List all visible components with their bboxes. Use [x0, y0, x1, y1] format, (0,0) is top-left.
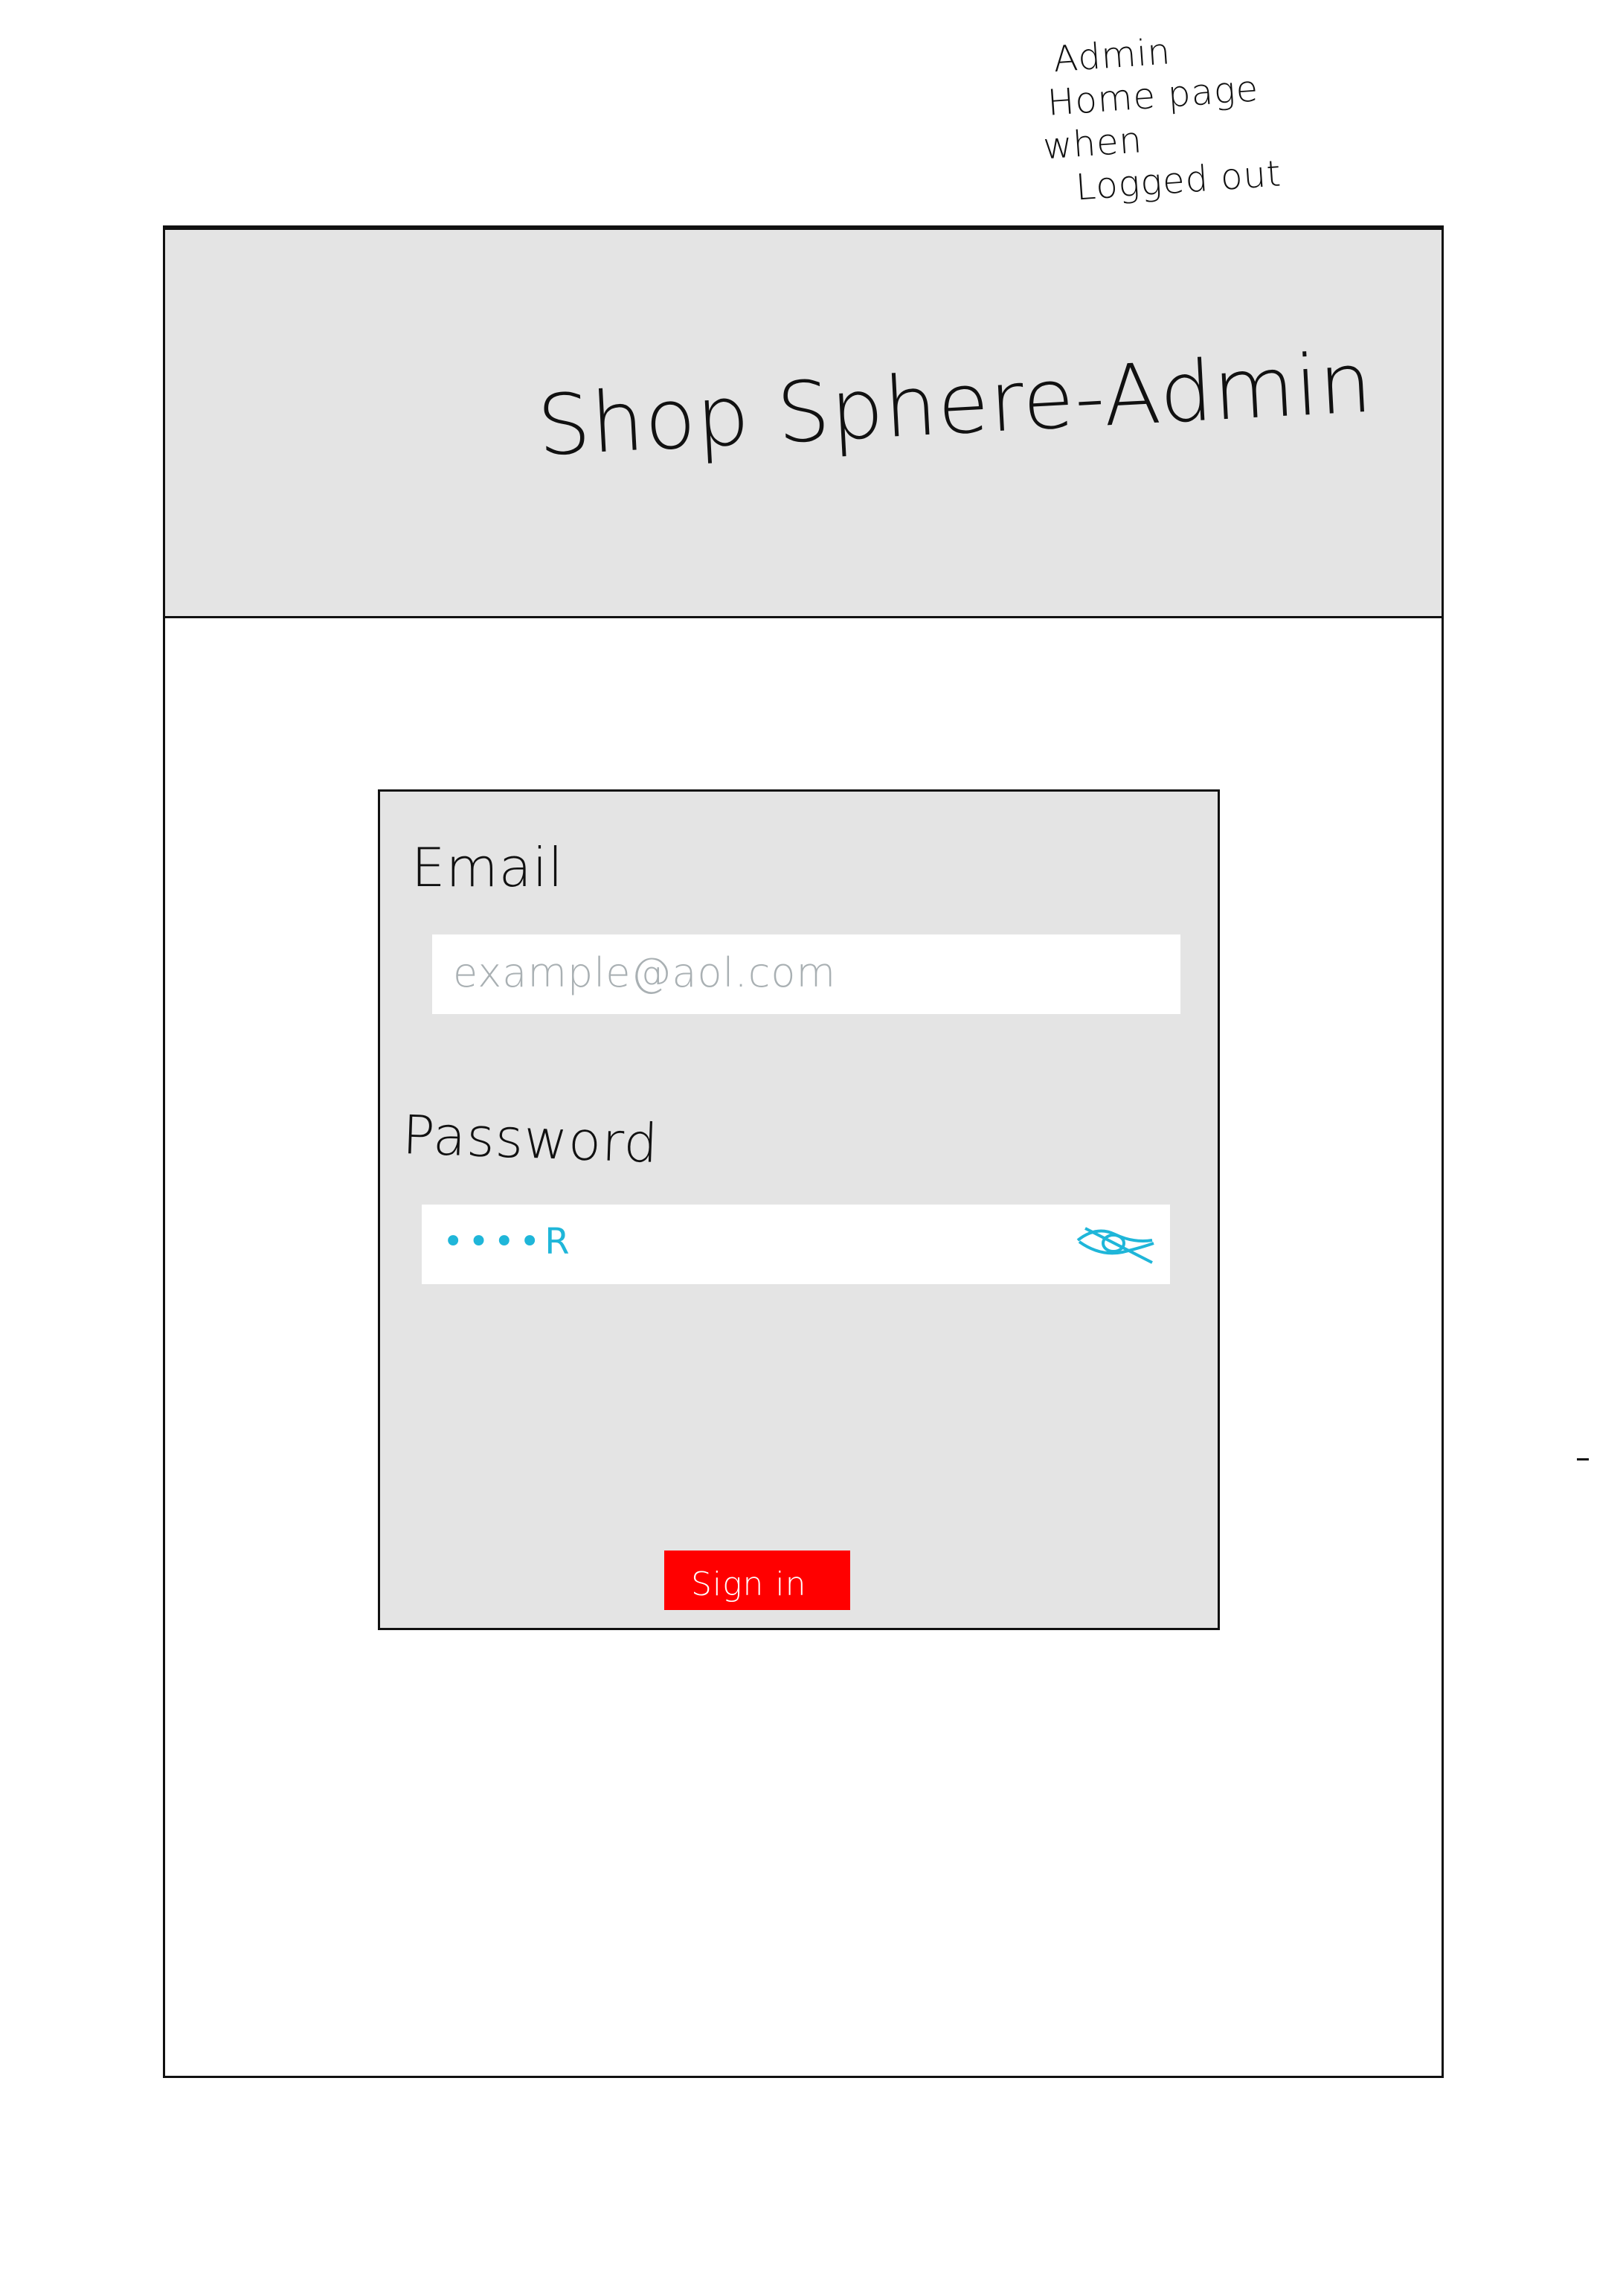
header-bar: Shop Sphere-Admin [165, 228, 1442, 618]
email-label: Email [411, 836, 564, 899]
sign-in-button[interactable]: Sign in [664, 1551, 850, 1610]
password-field[interactable]: ••••R [422, 1205, 1170, 1284]
email-field[interactable]: example@aol.com [432, 934, 1180, 1014]
stray-mark [1577, 1458, 1589, 1460]
page-title: Shop Sphere-Admin [535, 334, 1375, 475]
login-card: Email example@aol.com Password ••••R Sig… [378, 789, 1220, 1630]
email-placeholder: example@aol.com [453, 949, 837, 996]
password-value: ••••R [443, 1221, 574, 1263]
sketch-annotation: Admin Home page when Logged out [1035, 21, 1314, 212]
password-label: Password [401, 1103, 660, 1175]
page-frame: Shop Sphere-Admin Email example@aol.com … [163, 225, 1444, 2078]
eye-slash-icon[interactable] [1070, 1218, 1160, 1270]
